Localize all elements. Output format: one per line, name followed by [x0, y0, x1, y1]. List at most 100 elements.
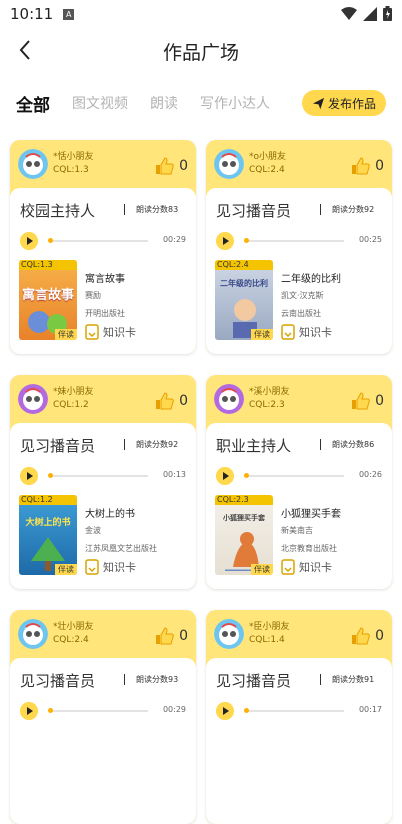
book-cover[interactable]: CQL:2.4 二年级的比利 伴读 — [215, 260, 273, 340]
read-along-tag: 伴读 — [251, 564, 273, 575]
user-cql: CQL:2.4 — [53, 635, 89, 645]
work-card[interactable]: *臣小朋友 CQL:1.4 0 见习播音员 朗读分数91 00:17 — [206, 610, 392, 824]
like-button[interactable]: 0 — [155, 391, 188, 411]
audio-progress-knob[interactable] — [48, 473, 53, 478]
book-cql-tag: CQL:1.3 — [19, 260, 77, 270]
knowledge-card-link[interactable]: 知识卡 — [281, 559, 332, 575]
divider — [320, 674, 321, 685]
book-cover[interactable]: CQL:2.3 小狐狸买手套 伴读 — [215, 495, 273, 575]
like-count: 0 — [375, 393, 384, 409]
knowledge-card-link[interactable]: 知识卡 — [281, 324, 332, 340]
work-card[interactable]: *恬小朋友 CQL:1.3 0 校园主持人 朗读分数83 00:29 CQL:1… — [10, 140, 196, 354]
book-title: 小狐狸买手套 — [281, 509, 341, 520]
reading-score: 朗读分数93 — [136, 675, 179, 684]
status-time: 10:11 — [10, 5, 54, 23]
thumbs-up-icon — [156, 157, 174, 175]
knowledge-card-link[interactable]: 知识卡 — [85, 324, 136, 340]
work-card[interactable]: *溪小朋友 CQL:2.3 0 职业主持人 朗读分数86 00:26 CQL:2… — [206, 375, 392, 589]
divider — [124, 204, 125, 215]
book-cover[interactable]: CQL:1.3 寓言故事 伴读 — [19, 260, 77, 340]
book-cover[interactable]: CQL:1.2 大树上的书 伴读 — [19, 495, 77, 575]
audio-progress-track[interactable] — [48, 708, 148, 713]
like-count: 0 — [375, 158, 384, 174]
knowledge-card-label: 知识卡 — [103, 326, 136, 339]
reading-score: 朗读分数91 — [332, 675, 375, 684]
book-author: 金波 — [85, 526, 101, 535]
back-arrow-icon[interactable] — [14, 38, 38, 62]
knowledge-card-icon — [85, 324, 99, 340]
user-name: *恬小朋友 — [53, 152, 94, 162]
play-icon[interactable] — [216, 232, 234, 250]
avatar — [18, 149, 48, 179]
send-icon — [312, 97, 325, 109]
like-count: 0 — [179, 158, 188, 174]
card-body: 见习播音员 朗读分数92 00:25 CQL:2.4 二年级的比利 伴读 二年级… — [206, 188, 392, 354]
book-title: 寓言故事 — [85, 274, 125, 285]
play-icon[interactable] — [20, 467, 38, 485]
tab-all[interactable]: 全部 — [16, 91, 50, 116]
audio-progress-track[interactable] — [244, 473, 344, 478]
reader-role: 见习播音员 — [20, 437, 96, 455]
read-along-tag: 伴读 — [55, 329, 77, 340]
tab-graphic-video[interactable]: 图文视频 — [72, 93, 128, 113]
reader-role: 见习播音员 — [216, 202, 292, 220]
reader-role: 见习播音员 — [20, 672, 96, 690]
notification-a-icon: A — [63, 8, 75, 20]
work-card[interactable]: *壮小朋友 CQL:2.4 0 见习播音员 朗读分数93 00:29 — [10, 610, 196, 824]
tab-writing-star[interactable]: 写作小达人 — [200, 93, 270, 113]
book-author: 新美南吉 — [281, 526, 313, 535]
avatar — [214, 149, 244, 179]
play-icon[interactable] — [20, 232, 38, 250]
knowledge-card-link[interactable]: 知识卡 — [85, 559, 136, 575]
play-icon[interactable] — [216, 467, 234, 485]
publish-button[interactable]: 发布作品 — [302, 90, 386, 116]
read-along-tag: 伴读 — [251, 329, 273, 340]
audio-duration: 00:17 — [358, 705, 382, 714]
divider — [320, 204, 321, 215]
reading-score: 朗读分数83 — [136, 205, 179, 214]
audio-progress-knob[interactable] — [244, 238, 249, 243]
play-icon[interactable] — [20, 702, 38, 720]
card-header: *恬小朋友 CQL:1.3 0 — [10, 140, 196, 188]
user-cql: CQL:1.3 — [53, 165, 89, 175]
tab-reading[interactable]: 朗读 — [150, 93, 178, 113]
like-button[interactable]: 0 — [351, 391, 384, 411]
audio-duration: 00:26 — [358, 470, 382, 479]
audio-progress-track[interactable] — [244, 238, 344, 243]
reading-score: 朗读分数92 — [136, 440, 179, 449]
work-card[interactable]: *o小朋友 CQL:2.4 0 见习播音员 朗读分数92 00:25 CQL:2… — [206, 140, 392, 354]
audio-progress-knob[interactable] — [244, 708, 249, 713]
user-name: *臣小朋友 — [249, 622, 290, 632]
thumbs-up-icon — [156, 392, 174, 410]
card-header: *臣小朋友 CQL:1.4 0 — [206, 610, 392, 658]
user-name: *妹小朋友 — [53, 387, 94, 397]
reader-role: 见习播音员 — [216, 672, 292, 690]
book-publisher: 江苏凤凰文艺出版社 — [85, 544, 157, 553]
thumbs-up-icon — [352, 157, 370, 175]
user-cql: CQL:1.4 — [249, 635, 285, 645]
audio-progress-knob[interactable] — [244, 473, 249, 478]
signal-icon — [363, 6, 377, 21]
wifi-icon — [341, 6, 357, 20]
like-count: 0 — [375, 628, 384, 644]
book-title: 二年级的比利 — [281, 274, 341, 285]
audio-progress-track[interactable] — [48, 473, 148, 478]
reader-role: 职业主持人 — [216, 437, 292, 455]
like-button[interactable]: 0 — [155, 626, 188, 646]
work-card[interactable]: *妹小朋友 CQL:1.2 0 见习播音员 朗读分数92 00:13 CQL:1… — [10, 375, 196, 589]
audio-progress-track[interactable] — [244, 708, 344, 713]
like-button[interactable]: 0 — [351, 156, 384, 176]
card-header: *o小朋友 CQL:2.4 0 — [206, 140, 392, 188]
avatar — [18, 384, 48, 414]
book-cql-tag: CQL:2.4 — [215, 260, 273, 270]
like-button[interactable]: 0 — [351, 626, 384, 646]
audio-progress-track[interactable] — [48, 238, 148, 243]
battery-icon — [383, 6, 392, 21]
audio-progress-knob[interactable] — [48, 238, 53, 243]
avatar — [18, 619, 48, 649]
play-icon[interactable] — [216, 702, 234, 720]
divider — [320, 439, 321, 450]
audio-progress-knob[interactable] — [48, 708, 53, 713]
card-body: 校园主持人 朗读分数83 00:29 CQL:1.3 寓言故事 伴读 寓言故事 … — [10, 188, 196, 354]
like-button[interactable]: 0 — [155, 156, 188, 176]
